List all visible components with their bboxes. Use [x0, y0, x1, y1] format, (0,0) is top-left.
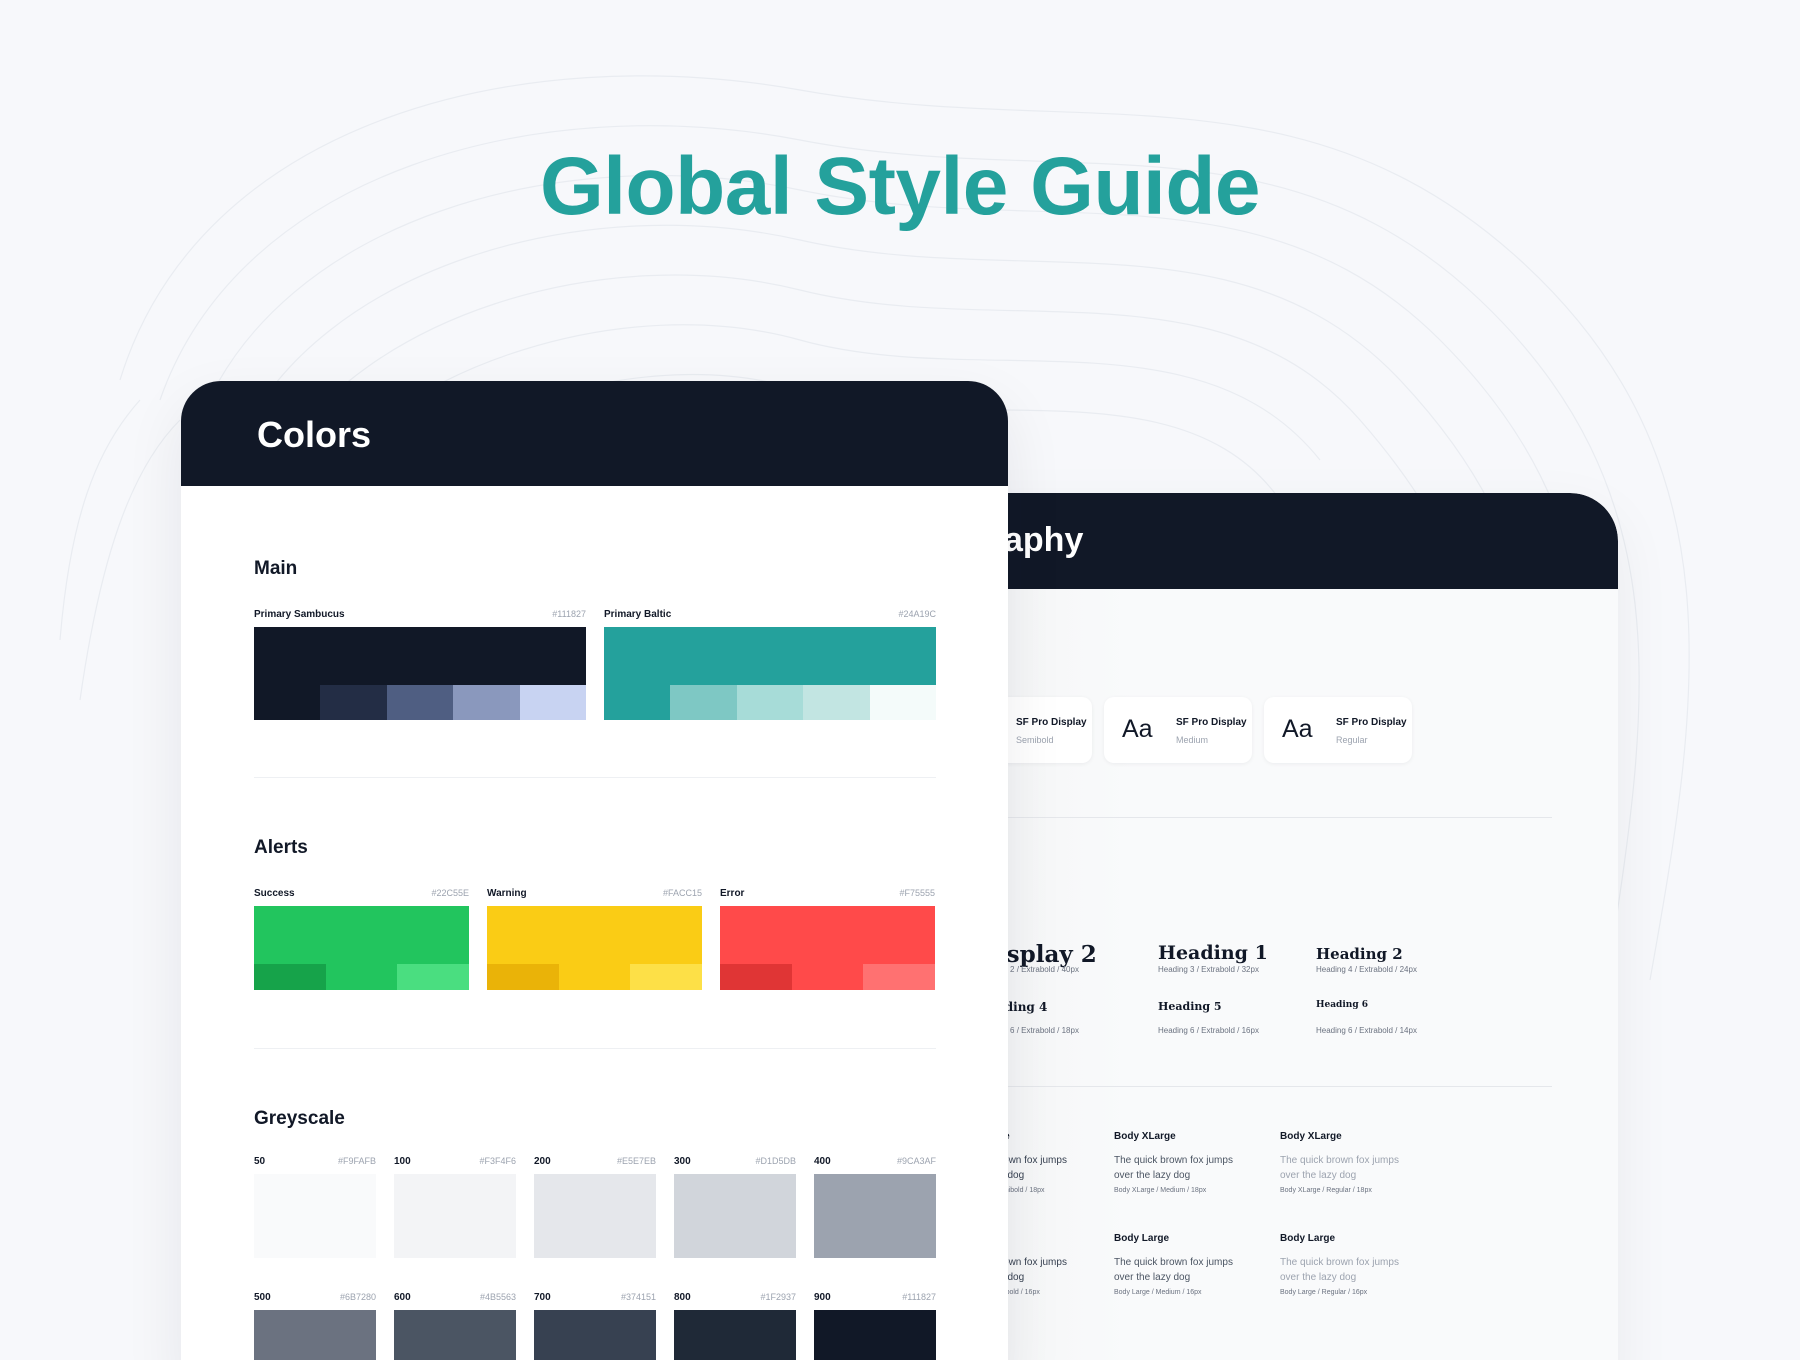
alert-tint[interactable]	[325, 964, 398, 990]
grey-swatch[interactable]	[674, 1310, 796, 1360]
color-tint[interactable]	[803, 685, 871, 720]
heading-style-name: Heading 6	[1316, 1000, 1369, 1010]
grey-swatch-hex: #D1D5DB	[755, 1156, 796, 1166]
alert-swatch-hex: #F75555	[899, 888, 935, 898]
grey-swatch-hex: #E5E7EB	[616, 1156, 656, 1166]
font-family-name: SF Pro Display	[1176, 717, 1247, 728]
font-sample: Aa	[1282, 715, 1313, 743]
color-tint[interactable]	[670, 685, 738, 720]
grey-swatch-hex: #374151	[620, 1292, 656, 1302]
body-style-spec: Body Large / Medium / 16px	[1114, 1289, 1202, 1296]
font-weight-tile[interactable]: Aa SF Pro Display Regular	[1264, 697, 1412, 763]
color-tint[interactable]	[869, 685, 937, 720]
page-title: Global Style Guide	[539, 141, 1261, 232]
alert-tint[interactable]	[558, 964, 631, 990]
alert-tint[interactable]	[863, 964, 936, 990]
alert-tint[interactable]	[791, 964, 864, 990]
font-family-name: SF Pro Display	[1336, 717, 1407, 728]
typography-divider	[930, 817, 1552, 818]
grey-swatch[interactable]	[674, 1174, 796, 1258]
color-tint[interactable]	[453, 685, 521, 720]
grey-swatch[interactable]	[534, 1174, 656, 1258]
alert-tint[interactable]	[487, 964, 560, 990]
font-weight-tile[interactable]: Aa SF Pro Display Medium	[1104, 697, 1252, 763]
grey-swatch-hex: #4B5563	[479, 1292, 516, 1302]
body-style-sample: The quick brown fox jumps over the lazy …	[1114, 1257, 1233, 1283]
body-style-label: Body Large	[1114, 1233, 1170, 1244]
grey-swatch[interactable]	[394, 1310, 516, 1360]
alert-tint[interactable]	[720, 964, 793, 990]
heading-style-spec: Heading 6 / Extrabold / 14px	[1316, 1026, 1417, 1035]
body-style-sample: The quick brown fox jumps over the lazy …	[1280, 1257, 1399, 1283]
heading-style-name: Heading 2	[1316, 945, 1403, 963]
grey-swatch[interactable]	[814, 1174, 936, 1258]
alert-tint[interactable]	[254, 964, 327, 990]
grey-swatch-hex: #F9FAFB	[337, 1156, 376, 1166]
heading-style-spec: Heading 6 / Extrabold / 16px	[1158, 1026, 1259, 1035]
color-tint[interactable]	[519, 685, 587, 720]
heading-style-name: Heading 1	[1158, 942, 1268, 964]
body-style-label: Body XLarge	[1114, 1131, 1176, 1142]
color-swatch[interactable]	[254, 627, 587, 720]
grey-swatch-hex: #1F2937	[760, 1292, 796, 1302]
heading-style-spec: Heading 4 / Extrabold / 24px	[1316, 965, 1417, 974]
grey-swatch[interactable]	[254, 1174, 376, 1258]
body-style-sample: The quick brown fox jumps over the lazy …	[1280, 1155, 1399, 1181]
font-weight-name: Regular	[1336, 735, 1368, 745]
grey-swatch-hex: #9CA3AF	[896, 1156, 936, 1166]
heading-style-name: Heading 5	[1158, 1000, 1222, 1013]
body-style-sample: The quick brown fox jumps over the lazy …	[1114, 1155, 1233, 1181]
grey-swatch-hex: #F3F4F6	[479, 1156, 516, 1166]
alert-tint[interactable]	[630, 964, 703, 990]
main-section-title: Main	[254, 558, 298, 579]
alert-swatch[interactable]	[487, 906, 703, 990]
typography-divider	[930, 1086, 1552, 1087]
color-tint[interactable]	[386, 685, 454, 720]
grey-swatch-hex: #111827	[902, 1292, 936, 1302]
swatch-hex: #24A19C	[898, 609, 936, 619]
grey-swatch[interactable]	[254, 1310, 376, 1360]
grey-swatch[interactable]	[394, 1174, 516, 1258]
body-style-label: Body XLarge	[1280, 1131, 1342, 1142]
typography-card-header: graphy	[930, 493, 1618, 589]
body-style-spec: Body XLarge / Regular / 18px	[1280, 1187, 1372, 1194]
body-style-label: Body Large	[1280, 1233, 1336, 1244]
alert-swatch[interactable]	[254, 906, 470, 990]
color-tint[interactable]	[254, 685, 321, 720]
colors-card-title: Colors	[257, 414, 372, 455]
alert-tint[interactable]	[397, 964, 470, 990]
greyscale-section-title: Greyscale	[254, 1108, 345, 1129]
typography-card: graphy Pro DisplayAaSF Pro DisplaySemibo…	[930, 493, 1618, 1360]
alert-swatch-hex: #FACC15	[662, 888, 702, 898]
grey-swatch[interactable]	[814, 1310, 936, 1360]
grey-swatch[interactable]	[534, 1310, 656, 1360]
font-family-name: SF Pro Display	[1016, 717, 1087, 728]
body-style-spec: Body Large / Regular / 16px	[1280, 1289, 1368, 1296]
colors-card: Colors Main Primary Sambucus #111827 Prima…	[181, 381, 1008, 1360]
section-divider	[254, 777, 936, 778]
swatch-hex: #111827	[552, 609, 586, 619]
font-sample: Aa	[1122, 715, 1153, 743]
heading-style-spec: Heading 3 / Extrabold / 32px	[1158, 965, 1259, 974]
grey-swatch-hex: #6B7280	[339, 1292, 376, 1302]
font-weight-name: Medium	[1176, 735, 1209, 745]
colors-card-header: Colors	[181, 381, 1008, 486]
alerts-section-title: Alerts	[254, 837, 308, 858]
color-tint[interactable]	[736, 685, 804, 720]
body-style-spec: Body XLarge / Medium / 18px	[1114, 1187, 1207, 1194]
color-tint[interactable]	[604, 685, 671, 720]
font-weight-name: Semibold	[1016, 735, 1054, 745]
color-tint[interactable]	[320, 685, 388, 720]
color-swatch[interactable]	[604, 627, 937, 720]
section-divider	[254, 1048, 936, 1049]
alert-swatch-hex: #22C55E	[431, 888, 469, 898]
alert-swatch[interactable]	[720, 906, 936, 990]
